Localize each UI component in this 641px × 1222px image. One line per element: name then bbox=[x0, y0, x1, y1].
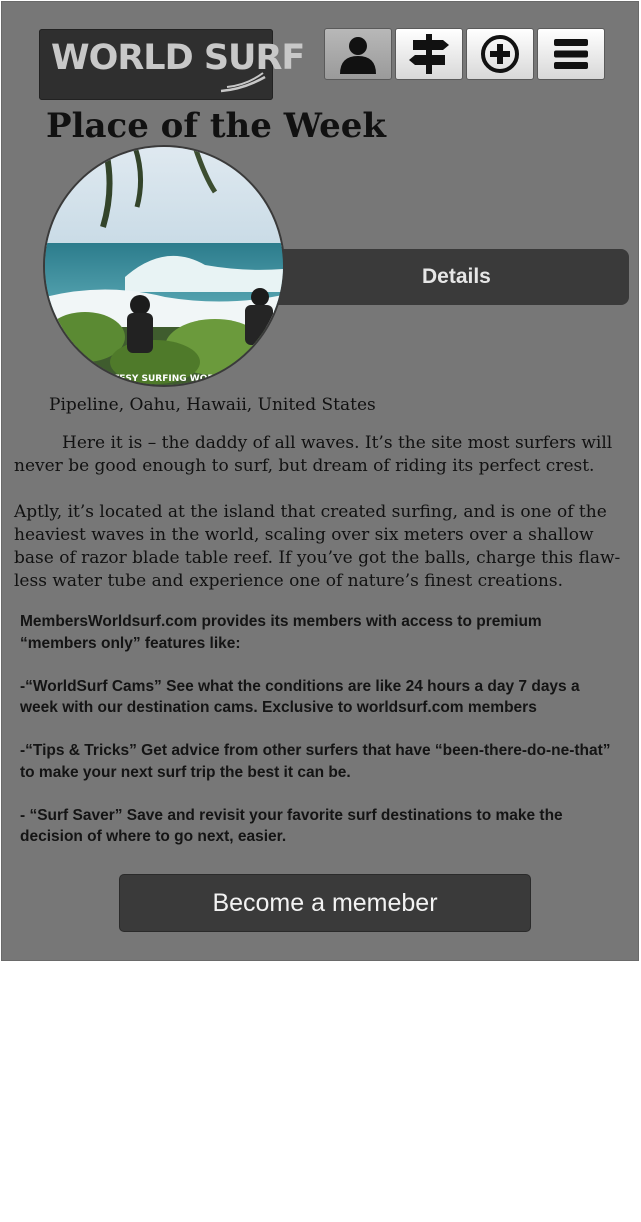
photo-credit: COURTESY SURFING WORLD bbox=[85, 374, 228, 384]
destinations-button[interactable] bbox=[395, 28, 463, 80]
description-paragraph: Here it is – the daddy of all waves. It’… bbox=[14, 433, 613, 476]
description-paragraph: Aptly, it’s located at the island that c… bbox=[14, 502, 621, 591]
members-intro: MembersWorldsurf.com provides its member… bbox=[20, 613, 542, 652]
feature-item: -“Tips & Tricks” Get advice from other s… bbox=[20, 742, 611, 781]
place-location: Pipeline, Oahu, Hawaii, United States bbox=[49, 395, 376, 415]
become-member-button[interactable]: Become a memeber bbox=[120, 875, 530, 931]
place-description: Here it is – the daddy of all waves. It’… bbox=[14, 432, 624, 616]
page-title: Place of the Week bbox=[46, 106, 386, 146]
world-surf-logo[interactable]: WORLD SURF bbox=[39, 29, 305, 100]
add-button[interactable] bbox=[466, 28, 534, 80]
menu-icon bbox=[554, 39, 588, 69]
members-info: MembersWorldsurf.com provides its member… bbox=[20, 611, 620, 869]
top-nav bbox=[324, 28, 605, 80]
pipeline-photo-image: COURTESY SURFING WORLD bbox=[45, 147, 283, 385]
signpost-icon bbox=[409, 34, 449, 74]
menu-button[interactable] bbox=[537, 28, 605, 80]
logo-swoosh-icon bbox=[220, 72, 266, 93]
place-photo[interactable]: COURTESY SURFING WORLD bbox=[43, 145, 285, 387]
add-circle-icon bbox=[481, 35, 519, 73]
feature-item: - “Surf Saver” Save and revisit your fav… bbox=[20, 806, 563, 846]
profile-button[interactable] bbox=[324, 28, 392, 80]
app-frame: WORLD SURF Place of the Week Details COU… bbox=[1, 1, 639, 961]
feature-item: -“WorldSurf Cams” See what the condition… bbox=[20, 677, 580, 717]
user-icon bbox=[340, 37, 376, 74]
details-button[interactable]: Details bbox=[242, 249, 629, 305]
